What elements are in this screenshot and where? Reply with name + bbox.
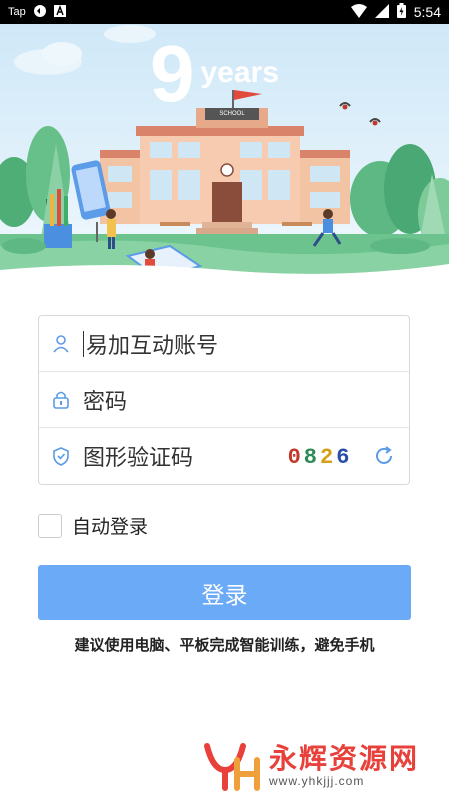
wifi-icon (350, 3, 367, 21)
refresh-icon[interactable] (372, 444, 396, 472)
sync-icon (33, 4, 47, 21)
auto-login-label: 自动登录 (72, 516, 149, 538)
captcha-char: 0 (287, 444, 304, 470)
captcha-char: 8 (303, 444, 320, 470)
auto-login-option[interactable]: 自动登录 (38, 512, 148, 539)
shield-icon (39, 446, 83, 466)
hero-banner: 9 years SCHOOL (0, 24, 449, 284)
password-field[interactable]: 密码 (39, 372, 409, 428)
login-form: 易加互动账号 密码 图形验证码 0 8 2 6 (38, 315, 410, 485)
anniversary-badge: 9 years (150, 34, 279, 114)
account-field[interactable]: 易加互动账号 (39, 316, 409, 372)
captcha-image[interactable]: 0 8 2 6 (282, 440, 358, 474)
captcha-input[interactable]: 图形验证码 (83, 440, 193, 472)
watermark-url: www.yhkjjj.com (269, 774, 365, 788)
signal-icon (374, 3, 389, 21)
anniversary-years-text: years (200, 56, 279, 89)
font-icon (53, 4, 66, 20)
watermark-title: 永辉资源网 (269, 742, 420, 775)
status-time: 5:54 (413, 4, 441, 20)
password-input[interactable]: 密码 (83, 384, 127, 416)
school-sign: SCHOOL (205, 108, 259, 120)
login-button[interactable]: 登录 (38, 565, 411, 620)
status-tap-label: Tap (8, 6, 26, 18)
device-tip: 建议使用电脑、平板完成智能训练，避免手机 (74, 636, 375, 654)
anniversary-number: 9 (150, 29, 195, 118)
lock-icon (39, 390, 83, 410)
captcha-field[interactable]: 图形验证码 0 8 2 6 (39, 428, 409, 484)
text-cursor (83, 330, 84, 357)
watermark-logo (204, 743, 260, 791)
account-input[interactable]: 易加互动账号 (86, 328, 218, 360)
user-icon (39, 334, 83, 354)
auto-login-checkbox[interactable] (38, 513, 62, 538)
captcha-char: 2 (320, 444, 337, 470)
captcha-char: 6 (336, 444, 353, 470)
watermark: 永辉资源网 www.yhkjjj.com (203, 740, 419, 792)
battery-icon (396, 3, 406, 21)
status-bar: Tap 5:54 (0, 0, 449, 24)
